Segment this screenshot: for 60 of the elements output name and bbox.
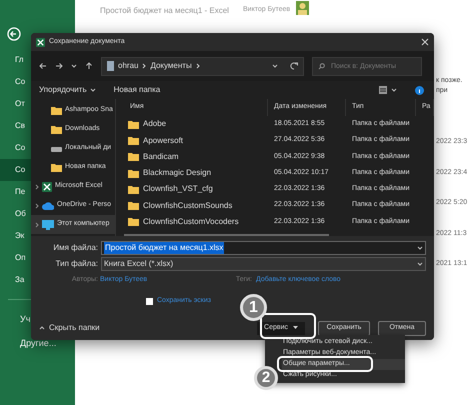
chevron-down-icon (71, 63, 77, 69)
filetype-dropdown[interactable]: Книга Excel (*.xlsx) (101, 256, 426, 270)
breadcrumb[interactable]: Документы (150, 60, 192, 72)
caret-icon (391, 87, 397, 93)
drive-icon (51, 145, 62, 152)
back-icon (7, 27, 21, 41)
filename-field[interactable]: Простой бюджет на месяц1.xlsx (101, 240, 426, 254)
expand-icon[interactable] (35, 202, 39, 208)
file-name: Clownfish_VST_cfg (143, 183, 213, 196)
chevron-up-icon (39, 325, 45, 331)
folder-icon (128, 217, 139, 226)
field-label: Тип файла: (54, 258, 98, 270)
address-bar[interactable]: ohrau Документы (101, 56, 304, 76)
file-name: Blackmagic Design (143, 167, 212, 180)
cloud-icon (42, 202, 54, 210)
avatar (296, 1, 309, 15)
folder-icon (51, 106, 62, 115)
hide-folders-button[interactable]: Скрыть папки (39, 322, 100, 334)
document-icon (107, 61, 114, 71)
chevron-down-icon (272, 63, 278, 69)
caret-icon (293, 326, 298, 330)
folder-icon (128, 136, 139, 146)
refresh-icon[interactable] (290, 62, 298, 70)
view-icon[interactable] (379, 86, 387, 94)
search-icon (318, 62, 325, 70)
spreadsheet-icon (36, 38, 45, 46)
file-name: Adobe (143, 118, 166, 130)
folder-icon (128, 120, 139, 129)
organize-button[interactable]: Упорядочить (39, 84, 96, 96)
back-arrow-icon[interactable] (39, 62, 47, 70)
new-folder-button[interactable]: Новая папка (114, 84, 160, 96)
help-icon[interactable] (415, 86, 424, 94)
file-name: Apowersoft (143, 134, 184, 147)
caret-icon (90, 87, 96, 93)
field-label: Имя файла: (52, 242, 98, 254)
forward-arrow-icon[interactable] (55, 62, 63, 70)
file-name: Bandicam (143, 150, 179, 163)
folder-icon (51, 125, 62, 134)
folder-icon (128, 168, 139, 178)
file-name: ClownfishCustomSounds (143, 200, 232, 212)
step-badge: 2 (254, 366, 278, 390)
chevron-down-icon (417, 244, 423, 250)
expand-icon[interactable] (35, 222, 39, 228)
spreadsheet-icon (42, 182, 52, 192)
expand-icon[interactable] (35, 184, 39, 190)
up-arrow-icon[interactable] (85, 62, 93, 70)
thumbnail-checkbox[interactable] (146, 298, 153, 305)
monitor-icon (42, 220, 54, 230)
document-title: Простой бюджет на месяц1 - Excel (100, 5, 229, 17)
chevron-down-icon (417, 260, 423, 266)
chevron-right-icon (196, 63, 200, 69)
folder-icon (51, 163, 62, 172)
chevron-right-icon (142, 63, 146, 69)
filename-value: Простой бюджет на месяц1.xlsx (104, 242, 224, 254)
folder-icon (128, 152, 139, 162)
breadcrumb[interactable]: ohrau (118, 60, 138, 72)
file-name: ClownfishCustomVocoders (143, 216, 239, 228)
close-icon[interactable] (421, 38, 429, 46)
folder-icon (128, 201, 139, 210)
folder-icon (128, 184, 139, 194)
